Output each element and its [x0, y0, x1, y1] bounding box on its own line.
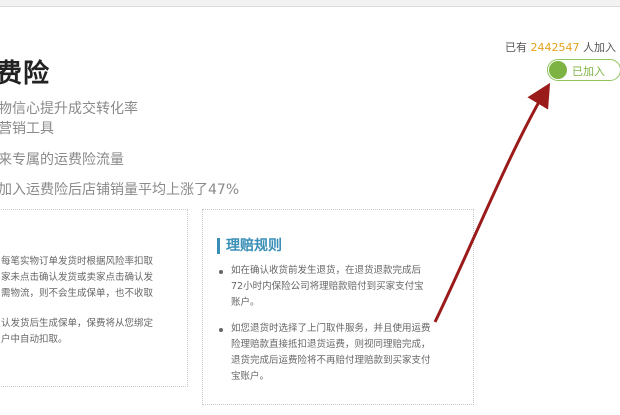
annotation-arrow-overlay	[433, 82, 551, 323]
annotation-arrow	[433, 82, 551, 323]
